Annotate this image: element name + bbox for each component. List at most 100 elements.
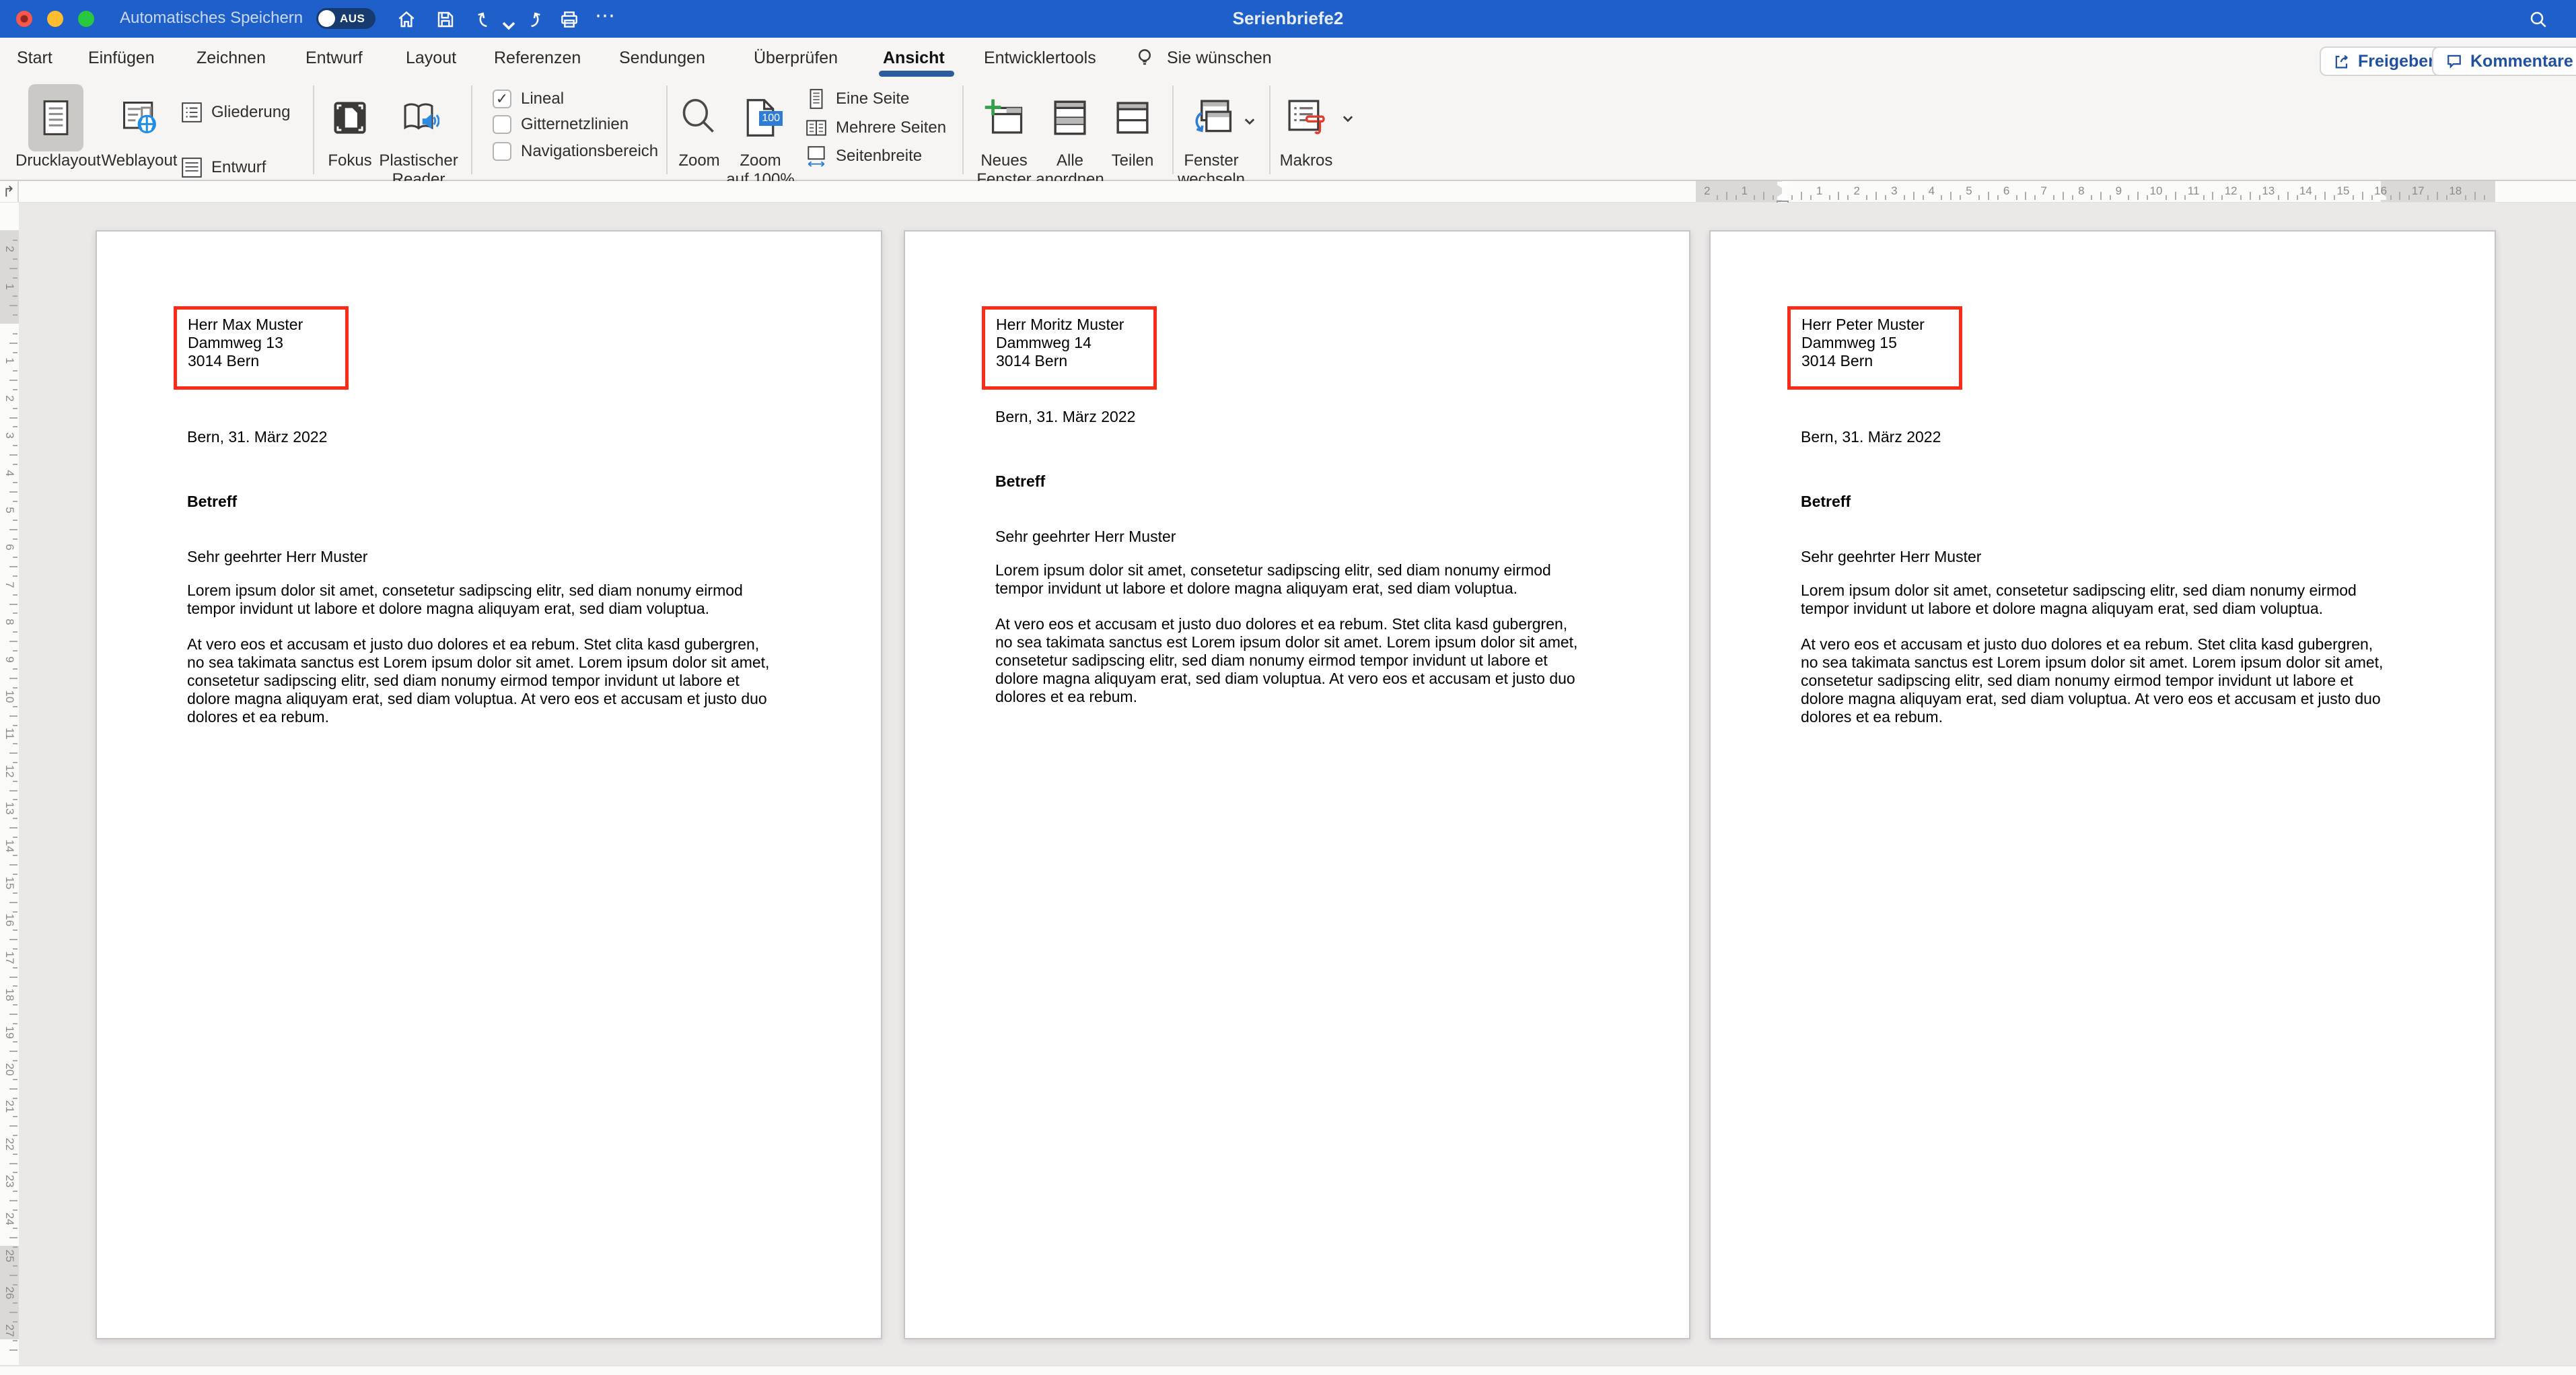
checkbox-icon[interactable] [493,115,511,134]
letter-paragraph[interactable]: Lorem ipsum dolor sit amet, consetetur s… [187,581,847,618]
more-commands-icon[interactable]: ⋯ [595,4,616,26]
comments-button[interactable]: Kommentare [2432,46,2576,76]
multiple-pages-button[interactable]: Mehrere Seiten [805,116,946,140]
chevron-down-icon[interactable] [1340,111,1355,126]
zoom-100-button[interactable]: 100 Zoom auf 100% [717,84,804,189]
tab-sendungen[interactable]: Sendungen [619,48,705,68]
immersive-reader-button[interactable]: Plastischer Reader [368,84,469,189]
draft-view-button[interactable]: Entwurf [180,155,266,180]
ruler-mark: 8 [2072,184,2091,198]
letter-salutation[interactable]: Sehr geehrter Herr Muster [187,548,367,566]
outline-view-icon [180,101,203,124]
autosave-toggle[interactable]: AUS [316,8,375,29]
print-layout-button[interactable]: Drucklayout [15,84,96,170]
redo-icon[interactable] [522,9,543,30]
tab-layout[interactable]: Layout [406,48,456,68]
ruler-mark: 1 [3,277,16,296]
ruler-mark [9,752,17,754]
ruler-mark [13,1060,17,1061]
merge-field-highlight[interactable]: Herr Max Muster Dammweg 13 3014 Bern [174,306,349,390]
chevron-down-icon[interactable] [498,15,520,36]
chevron-down-icon[interactable] [1242,114,1257,129]
checkbox-icon[interactable]: ✓ [493,90,511,108]
outline-view-button[interactable]: Gliederung [180,100,290,125]
horizontal-ruler[interactable]: 21123456789101112131415161718 [1696,181,2495,202]
tab-entwurf[interactable]: Entwurf [306,48,363,68]
home-icon[interactable] [396,9,417,30]
ruler-mark [1950,192,1952,200]
letter-date[interactable]: Bern, 31. März 2022 [1801,428,1941,446]
ruler-mark [13,1135,17,1136]
search-icon[interactable] [2528,9,2549,30]
ribbon-tab-bar: Start Einfügen Zeichnen Entwurf Layout R… [0,38,2576,79]
ruler-mark [13,687,17,689]
ruler-mark [9,1125,17,1127]
ruler-mark: 1 [3,351,16,370]
minimize-button[interactable] [47,11,63,27]
tab-ueberpruefen[interactable]: Überprüfen [754,48,838,68]
ruler-mark [9,454,17,456]
letter-subject[interactable]: Betreff [995,472,1045,491]
letter-subject[interactable]: Betreff [1801,493,1851,511]
letter-paragraph[interactable]: At vero eos et accusam et justo duo dolo… [1801,635,2460,726]
ruler-mark [9,268,17,269]
checkbox-navigationsbereich[interactable]: Navigationsbereich [493,141,658,162]
tab-selector[interactable]: ↱ [0,181,19,202]
one-page-icon [805,87,828,110]
print-icon[interactable] [559,9,580,30]
ruler-mark [13,1209,17,1211]
letter-page-1[interactable]: Herr Max Muster Dammweg 13 3014 Bern Ber… [96,230,882,1339]
tab-referenzen[interactable]: Referenzen [494,48,581,68]
ruler-mark: 7 [2034,184,2053,198]
checkbox-gitternetzlinien[interactable]: Gitternetzlinien [493,114,629,135]
checkbox-icon[interactable] [493,142,511,161]
ruler-mark [13,668,17,670]
ruler-mark [2315,195,2316,200]
letter-page-3[interactable]: Herr Peter Muster Dammweg 15 3014 Bern B… [1709,230,2496,1339]
letter-subject[interactable]: Betreff [187,493,237,511]
merge-field-highlight[interactable]: Herr Peter Muster Dammweg 15 3014 Bern [1787,306,1962,390]
tab-entwicklertools[interactable]: Entwicklertools [984,48,1096,68]
letter-date[interactable]: Bern, 31. März 2022 [995,408,1135,426]
document-canvas[interactable]: Herr Max Muster Dammweg 13 3014 Bern Ber… [19,203,2576,1365]
ruler-mark [2175,192,2176,200]
letter-salutation[interactable]: Sehr geehrter Herr Muster [1801,548,1981,566]
split-button[interactable]: Teilen [1092,84,1173,170]
tab-start[interactable]: Start [17,48,52,68]
ruler-mark: 17 [2408,184,2427,198]
letter-page-2[interactable]: Herr Moritz Muster Dammweg 14 3014 Bern … [904,230,1690,1339]
lightbulb-icon [1133,46,1156,69]
ruler-mark [9,641,17,642]
ruler-mark [2016,195,2017,200]
print-layout-icon [36,98,76,138]
macros-button[interactable]: Makros [1266,84,1347,170]
ruler-mark: 11 [2184,184,2203,198]
letter-paragraph[interactable]: Lorem ipsum dolor sit amet, consetetur s… [995,561,1655,598]
letter-salutation[interactable]: Sehr geehrter Herr Muster [995,528,1176,546]
ruler-mark [13,1116,17,1117]
close-button[interactable] [16,11,32,27]
one-page-button[interactable]: Eine Seite [805,87,909,111]
ruler-mark [13,743,17,744]
letter-paragraph[interactable]: At vero eos et accusam et justo duo dolo… [187,635,847,726]
checkbox-lineal[interactable]: ✓ Lineal [493,88,564,110]
letter-date[interactable]: Bern, 31. März 2022 [187,428,327,446]
letter-paragraph[interactable]: At vero eos et accusam et justo duo dolo… [995,615,1655,706]
tab-einfuegen[interactable]: Einfügen [88,48,155,68]
page-width-button[interactable]: Seitenbreite [805,144,922,168]
ruler-mark [13,911,17,913]
switch-windows-button[interactable]: Fenster wechseln [1171,84,1252,189]
tab-ansicht[interactable]: Ansicht [883,48,945,68]
ruler-mark [2137,192,2139,200]
web-layout-button[interactable]: Weblayout [99,84,180,170]
zoom-window-button[interactable] [78,11,94,27]
merge-field-highlight[interactable]: Herr Moritz Muster Dammweg 14 3014 Bern [982,306,1157,390]
letter-paragraph[interactable]: Lorem ipsum dolor sit amet, consetetur s… [1801,581,2460,618]
tab-zeichnen[interactable]: Zeichnen [196,48,266,68]
vertical-ruler[interactable]: 2112345678910111213141516171819202122232… [0,203,20,1365]
save-icon[interactable] [435,9,456,30]
ruler-mark [13,333,17,334]
undo-icon[interactable] [475,9,497,30]
ruler-mark: 6 [3,538,16,557]
tab-sie-wuenschen[interactable]: Sie wünschen [1167,48,1272,68]
